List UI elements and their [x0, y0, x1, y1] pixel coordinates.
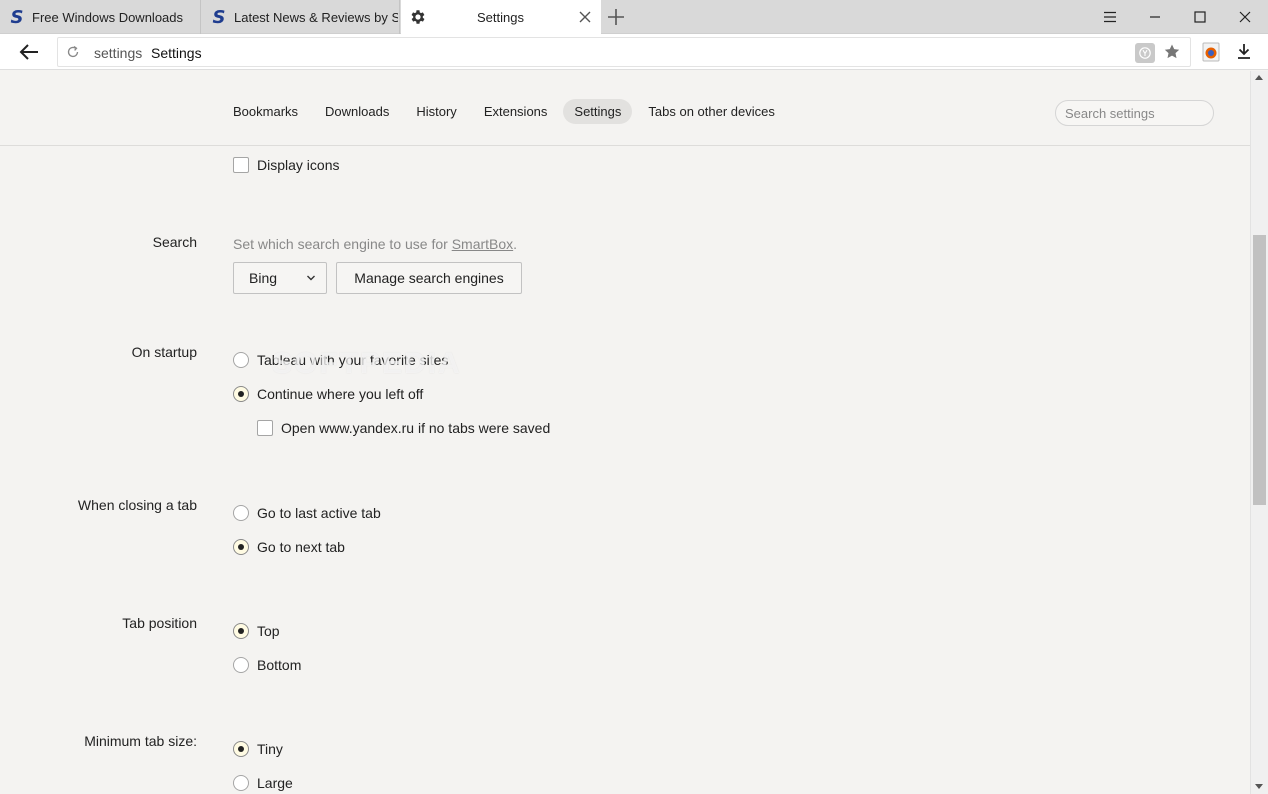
reload-icon[interactable]: [66, 45, 80, 59]
scroll-down-arrow-icon[interactable]: [1255, 784, 1263, 789]
section-heading-tab-position: Tab position: [122, 615, 197, 631]
option-label: Open www.yandex.ru if no tabs were saved: [281, 420, 551, 436]
closing-option-next-tab[interactable]: Go to next tab: [233, 539, 345, 555]
radio-button-selected[interactable]: [233, 386, 249, 402]
minimize-icon: [1150, 16, 1160, 18]
section-heading-on-startup: On startup: [131, 344, 197, 360]
nav-bookmarks[interactable]: Bookmarks: [222, 99, 309, 124]
nav-history[interactable]: History: [405, 99, 467, 124]
min-tab-size-large[interactable]: Large: [233, 775, 293, 791]
section-heading-closing-tab: When closing a tab: [77, 497, 197, 513]
address-bar-row: settings Settings: [0, 34, 1268, 70]
search-settings-input[interactable]: [1055, 100, 1214, 126]
close-window-button[interactable]: [1233, 5, 1257, 29]
settings-content: Display icons Search Set which search en…: [0, 147, 1250, 794]
hint-end: .: [513, 236, 518, 252]
search-engine-select[interactable]: Bing: [233, 262, 327, 294]
close-icon: [1239, 11, 1251, 23]
nav-extensions[interactable]: Extensions: [473, 99, 559, 124]
gear-icon: [411, 10, 425, 24]
close-tab-icon[interactable]: [577, 9, 593, 25]
download-icon[interactable]: [1234, 41, 1254, 61]
radio-button-selected[interactable]: [233, 623, 249, 639]
scroll-up-arrow-icon[interactable]: [1255, 75, 1263, 80]
smartbox-link[interactable]: SmartBox: [452, 236, 513, 252]
menu-button[interactable]: [1098, 5, 1122, 29]
omnibox[interactable]: settings Settings: [57, 37, 1191, 67]
open-yandex-option[interactable]: Open www.yandex.ru if no tabs were saved: [257, 420, 550, 436]
tab-strip: S Free Windows Downloads S Latest News &…: [0, 0, 1268, 34]
option-label: Tiny: [257, 741, 283, 757]
yandex-protect-button[interactable]: [1135, 43, 1155, 63]
tab-free-windows-downloads[interactable]: S Free Windows Downloads: [0, 0, 201, 34]
maximize-button[interactable]: [1188, 5, 1212, 29]
tab-settings[interactable]: Settings: [401, 0, 601, 34]
back-arrow-icon[interactable]: [18, 42, 40, 62]
search-hint: Set which search engine to use for Smart…: [233, 236, 517, 252]
settings-header: Bookmarks Downloads History Extensions S…: [0, 71, 1250, 146]
softpedia-s-icon: S: [212, 6, 226, 28]
url-page-title: Settings: [151, 45, 202, 61]
section-heading-search: Search: [152, 234, 197, 250]
scroll-thumb[interactable]: [1253, 235, 1266, 505]
nav-settings[interactable]: Settings: [563, 99, 633, 124]
maximize-icon: [1194, 11, 1206, 23]
star-bookmark-icon[interactable]: [1162, 42, 1182, 62]
hint-text: Set which search engine to use for: [233, 236, 452, 252]
hamburger-menu-icon: [1104, 11, 1116, 23]
tab-title: Free Windows Downloads: [32, 9, 184, 25]
nav-tabs-other-devices[interactable]: Tabs on other devices: [637, 99, 785, 124]
option-label: Large: [257, 775, 293, 791]
tab-title: Settings: [477, 9, 524, 25]
chevron-down-icon: [307, 275, 315, 281]
yandex-y-icon: [1139, 47, 1151, 59]
radio-button[interactable]: [233, 657, 249, 673]
radio-button-selected[interactable]: [233, 741, 249, 757]
settings-nav: Bookmarks Downloads History Extensions S…: [222, 99, 791, 124]
softpedia-watermark: SOFTPEDIA: [272, 347, 462, 380]
scrollbar[interactable]: [1250, 71, 1268, 794]
button-label: Manage search engines: [354, 270, 504, 286]
tab-position-bottom[interactable]: Bottom: [233, 657, 301, 673]
min-tab-size-tiny[interactable]: Tiny: [233, 741, 283, 757]
option-label: Display icons: [257, 157, 340, 173]
option-label: Top: [257, 623, 280, 639]
radio-button[interactable]: [233, 505, 249, 521]
search-engine-value: Bing: [249, 270, 278, 286]
option-label: Continue where you left off: [257, 386, 424, 402]
open-yandex-checkbox[interactable]: [257, 420, 273, 436]
radio-button-selected[interactable]: [233, 539, 249, 555]
radio-button[interactable]: [233, 352, 249, 368]
minimize-button[interactable]: [1143, 5, 1167, 29]
url-host: settings: [94, 45, 143, 61]
option-label: Go to last active tab: [257, 505, 381, 521]
tab-title: Latest News & Reviews by So: [234, 9, 398, 25]
startup-option-continue[interactable]: Continue where you left off: [233, 386, 423, 402]
tab-latest-news[interactable]: S Latest News & Reviews by So: [202, 0, 400, 34]
nav-downloads[interactable]: Downloads: [314, 99, 400, 124]
new-tab-icon[interactable]: [606, 7, 626, 27]
display-icons-checkbox[interactable]: [233, 157, 249, 173]
manage-search-engines-button[interactable]: Manage search engines: [336, 262, 522, 294]
tab-position-top[interactable]: Top: [233, 623, 280, 639]
softpedia-s-icon: S: [10, 6, 24, 28]
radio-button[interactable]: [233, 775, 249, 791]
option-label: Go to next tab: [257, 539, 345, 555]
display-icons-option[interactable]: Display icons: [233, 157, 339, 173]
closing-option-last-active[interactable]: Go to last active tab: [233, 505, 381, 521]
option-label: Bottom: [257, 657, 302, 673]
section-heading-min-tab-size: Minimum tab size:: [84, 733, 197, 749]
firefox-extension-icon[interactable]: [1201, 42, 1221, 62]
